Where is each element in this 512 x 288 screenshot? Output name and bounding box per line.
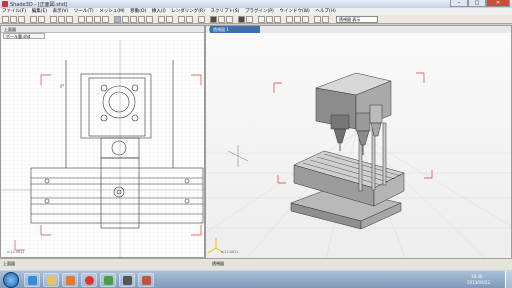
layout-2-icon[interactable] [294,16,301,23]
perspective-coordinate: x:12.0611 [221,250,239,254]
ie-taskbar-icon[interactable] [24,273,40,287]
menu-edit[interactable]: 編集(E) [30,8,49,15]
rotate-icon[interactable] [94,16,101,23]
layout-4-icon[interactable] [302,16,309,23]
menu-view[interactable]: 表示(V) [51,8,71,15]
view-mode-select[interactable]: 透視図 表示 [336,16,378,23]
shade-taskbar-icon[interactable] [119,273,135,287]
menu-mesh[interactable]: メッシュ(M) [97,8,126,15]
line-icon[interactable] [122,16,129,23]
cube-icon[interactable] [138,16,145,23]
menu-help[interactable]: ヘルプ(H) [313,8,337,15]
status-left-view: 上面図 [3,261,15,266]
help-icon[interactable] [314,16,321,23]
top-view-panel[interactable]: 上面図 ボール盤.shd x:12.0611 [0,25,205,258]
menu-tool[interactable]: ツール(T) [72,8,96,15]
top-view-drawing[interactable] [1,40,204,258]
file-tab[interactable]: ボール盤.shd [3,33,45,39]
taskbar: 18:36 2013/09/22 [0,270,512,288]
cylinder-icon[interactable] [146,16,153,23]
clock-date[interactable]: 2013/09/22 [467,280,490,285]
menu-bar: ファイル(F) 編集(E) 表示(V) ツール(T) メッシュ(M) 移動(O)… [0,8,512,15]
wireframe-icon[interactable] [210,16,217,23]
light-icon[interactable] [158,16,165,23]
sphere-icon[interactable] [130,16,137,23]
surface-icon[interactable] [198,16,205,23]
copy-icon[interactable] [58,16,65,23]
paste-icon[interactable] [66,16,73,23]
perspective-view-panel[interactable]: 透視図 透視図 1 [205,25,512,259]
camera-icon[interactable] [166,16,173,23]
menu-render[interactable]: レンダリング(R) [169,8,207,15]
open-icon[interactable] [10,16,17,23]
scale-icon[interactable] [102,16,109,23]
perspective-tab[interactable]: 透視図 1 [210,26,260,33]
part-icon[interactable] [114,16,121,23]
app-icon[interactable] [2,1,8,7]
zoom-out-icon[interactable] [266,16,273,23]
menu-file[interactable]: ファイル(F) [0,8,28,15]
start-button[interactable] [3,272,19,288]
menu-insert[interactable]: 挿入(I) [150,8,168,15]
title-bar: Shade3D - [正面図.shd] – □ ✕ [0,0,512,8]
show-desktop-button[interactable] [505,271,512,288]
render-icon[interactable] [178,16,185,23]
status-right-view: 透視図 [212,261,224,266]
info-icon[interactable] [322,16,329,23]
redo-icon[interactable] [38,16,45,23]
perspective-viewport[interactable] [206,33,511,259]
explorer-taskbar-icon[interactable] [43,273,59,287]
toolbar: 透視図 表示 [0,15,512,24]
menu-script[interactable]: スクリプト(S) [209,8,242,15]
fit-icon[interactable] [274,16,281,23]
tool-taskbar-icon[interactable] [138,273,154,287]
chrome-taskbar-icon[interactable] [81,273,97,287]
select-icon[interactable] [78,16,85,23]
texture-icon[interactable] [226,16,233,23]
window-title: Shade3D - [正面図.shd] [10,2,68,8]
app-taskbar-icon[interactable] [100,273,116,287]
menu-move[interactable]: 移動(O) [128,8,148,15]
zoom-in-icon[interactable] [258,16,265,23]
new-icon[interactable] [2,16,9,23]
clock-time[interactable]: 18:36 [471,274,483,279]
shaded-icon[interactable] [218,16,225,23]
top-view-title: 上面図 [1,26,204,33]
close-button[interactable]: ✕ [486,0,510,7]
media-taskbar-icon[interactable] [62,273,78,287]
undo-icon[interactable] [30,16,37,23]
minimize-button[interactable]: – [450,0,468,7]
menu-plugin[interactable]: プラグイン(P) [243,8,276,15]
move-icon[interactable] [86,16,93,23]
maximize-button[interactable]: □ [468,0,486,7]
save-icon[interactable] [18,16,25,23]
layout-1-icon[interactable] [286,16,293,23]
menu-window[interactable]: ウインドウ(W) [277,8,311,15]
grid-icon[interactable] [238,16,245,23]
top-view-coordinate: x:12.0611 [7,250,25,254]
cut-icon[interactable] [50,16,57,23]
snap-icon[interactable] [246,16,253,23]
status-bar: 上面図 透視図 [0,258,512,270]
preview-icon[interactable] [186,16,193,23]
